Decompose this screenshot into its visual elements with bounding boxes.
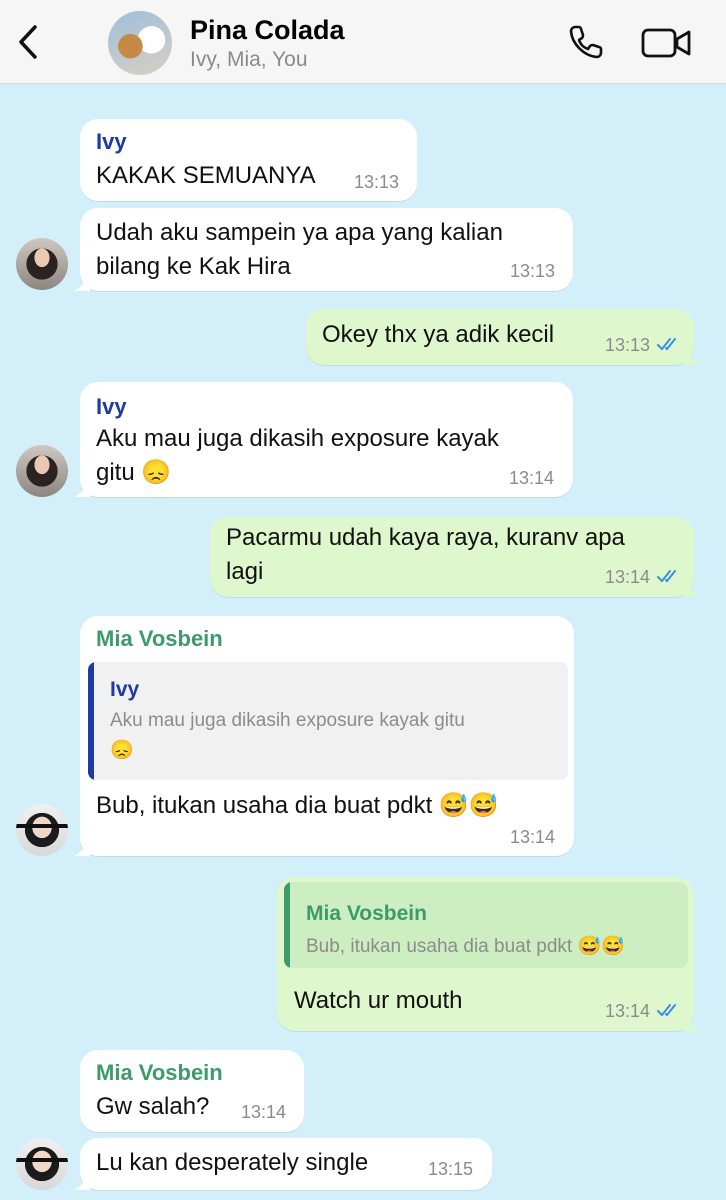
read-receipt-icon — [657, 338, 676, 351]
message-text: Lu kan desperately single — [96, 1149, 369, 1176]
sender-name: Ivy — [96, 129, 127, 154]
video-call-button[interactable] — [640, 24, 694, 62]
bubble-tail — [74, 1172, 90, 1190]
quoted-message[interactable]: Ivy Aku mau juga dikasih exposure kayak … — [88, 662, 568, 780]
quote-bar — [88, 662, 94, 780]
quoted-message[interactable]: Mia Vosbein Bub, itukan usaha dia buat p… — [284, 882, 688, 968]
message-time: 13:14 — [510, 827, 556, 847]
message-bubble[interactable]: Ivy Aku mau juga dikasih exposure kayak … — [74, 382, 573, 497]
message-text: Gw salah? — [96, 1093, 210, 1120]
message-text: Aku mau juga dikasih exposure kayak — [96, 425, 499, 452]
chat-header: Pina Colada Ivy, Mia, You — [0, 0, 726, 84]
bubble-tail — [684, 1013, 700, 1031]
message-text: bilang ke Kak Hira — [96, 253, 291, 280]
message-bubble[interactable]: Mia Vosbein Ivy Aku mau juga dikasih exp… — [74, 616, 574, 856]
message-time: 13:14 — [509, 468, 555, 488]
message-text: Okey thx ya adik kecil — [322, 321, 555, 348]
message-time: 13:13 — [605, 335, 651, 355]
quote-sender: Ivy — [110, 678, 140, 701]
quote-text: Bub, itukan usaha dia buat pdkt 😅😅 — [306, 936, 625, 957]
message-bubble[interactable]: Okey thx ya adik kecil 13:13 — [306, 309, 700, 365]
group-title[interactable]: Pina Colada — [190, 15, 345, 46]
group-members[interactable]: Ivy, Mia, You — [190, 48, 308, 72]
message-bubble[interactable]: Mia Vosbein Gw salah? 13:14 — [80, 1050, 304, 1132]
bubble-tail — [684, 579, 700, 597]
message-bubble[interactable]: Lu kan desperately single 13:15 — [74, 1138, 492, 1190]
message-text: Udah aku sampein ya apa yang kalian — [96, 219, 503, 246]
message-text: KAKAK SEMUANYA — [96, 162, 316, 189]
read-receipt-icon — [657, 1004, 676, 1017]
quote-sender: Mia Vosbein — [306, 902, 427, 925]
bubble-tail — [74, 273, 90, 291]
phone-icon — [569, 25, 603, 59]
message-text: gitu 😞 — [96, 459, 172, 486]
sender-name: Ivy — [96, 394, 127, 419]
quote-text: Aku mau juga dikasih exposure kayak gitu — [110, 710, 465, 731]
group-avatar[interactable] — [108, 11, 172, 75]
read-receipt-icon — [657, 570, 676, 583]
quote-bar — [284, 882, 290, 968]
message-time: 13:13 — [354, 172, 400, 192]
message-bubble[interactable]: Ivy KAKAK SEMUANYA 13:13 — [80, 119, 417, 201]
message-text: Watch ur mouth — [294, 987, 463, 1014]
message-text: Bub, itukan usaha dia buat pdkt 😅😅 — [96, 792, 499, 819]
call-button[interactable] — [566, 22, 606, 62]
message-bubble[interactable]: Udah aku sampein ya apa yang kalian bila… — [74, 208, 573, 291]
quote-text: 😞 — [110, 740, 134, 761]
sender-name: Mia Vosbein — [96, 1060, 223, 1085]
message-time: 13:14 — [605, 1001, 651, 1021]
bubble-tail — [684, 347, 700, 365]
mia-avatar[interactable] — [16, 804, 68, 856]
message-bubble[interactable]: Mia Vosbein Bub, itukan usaha dia buat p… — [277, 877, 700, 1031]
ivy-avatar[interactable] — [16, 238, 68, 290]
message-text: lagi — [226, 558, 264, 585]
bubble-tail — [74, 838, 90, 856]
ivy-avatar[interactable] — [16, 445, 68, 497]
back-button[interactable] — [8, 20, 48, 64]
message-bubble[interactable]: Pacarmu udah kaya raya, kuranv apa lagi … — [210, 517, 700, 597]
message-text: Pacarmu udah kaya raya, kuranv apa — [226, 524, 625, 551]
mia-avatar[interactable] — [16, 1138, 68, 1190]
message-time: 13:13 — [510, 261, 556, 281]
message-time: 13:14 — [241, 1102, 287, 1122]
chevron-left-icon — [19, 25, 37, 59]
bubble-tail — [74, 479, 90, 497]
message-time: 13:14 — [605, 567, 651, 587]
video-camera-icon — [641, 28, 691, 58]
message-time: 13:15 — [428, 1159, 474, 1179]
sender-name: Mia Vosbein — [96, 626, 223, 651]
